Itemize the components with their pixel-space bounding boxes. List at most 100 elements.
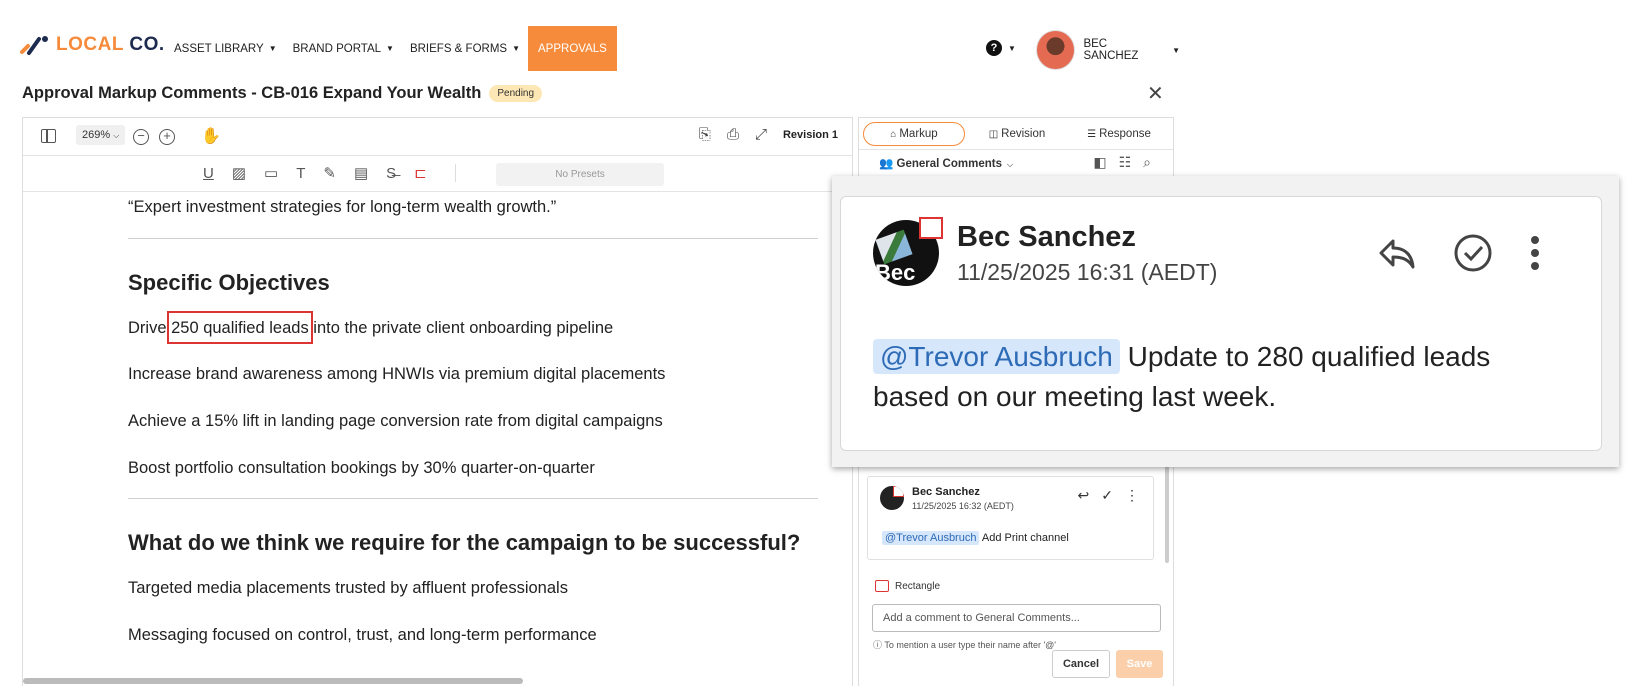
- main-nav: ASSET LIBRARY ▼ BRAND PORTAL ▼ BRIEFS & FO…: [166, 26, 617, 71]
- cancel-button[interactable]: Cancel: [1052, 650, 1110, 678]
- nav-brand-portal[interactable]: BRAND PORTAL ▼: [285, 26, 402, 71]
- nav-asset-library[interactable]: ASSET LIBRARY ▼: [166, 26, 285, 71]
- info-icon: ⓘ: [873, 640, 883, 650]
- comment-actions: ↩ ✓ ⋮: [1078, 487, 1139, 504]
- rectangle-icon: [875, 580, 889, 592]
- help-menu[interactable]: ? ▼: [986, 40, 1016, 56]
- viewer-toolbar: 269% ⌵ − + ✋ ⎘ ⎙ ⤢ Revision 1: [23, 118, 852, 156]
- resolve-check-icon[interactable]: ✓: [1101, 487, 1113, 504]
- freehand-icon[interactable]: ✎: [323, 164, 336, 182]
- sidebar-toggle-icon[interactable]: [41, 129, 56, 143]
- comment-author: Bec Sanchez: [912, 486, 980, 498]
- rectangle-markup-icon: [919, 217, 943, 239]
- logo-mark-icon: [20, 36, 48, 55]
- caret-down-icon: ▼: [1008, 43, 1016, 53]
- section-heading: What do we think we require for the camp…: [128, 530, 801, 555]
- caret-down-icon: ▼: [1172, 45, 1180, 55]
- user-mention[interactable]: @Trevor Ausbruch: [882, 531, 980, 545]
- comment-card[interactable]: Bec Sanchez 11/25/2025 16:32 (AEDT) ↩ ✓ …: [867, 476, 1154, 560]
- comment-card-zoomed[interactable]: Bec Bec Sanchez 11/25/2025 16:31 (AEDT) …: [840, 196, 1602, 451]
- panel-header-actions: ◧ ☷ ⌕: [1093, 154, 1151, 171]
- comment-body: @Trevor Ausbruch Update to 280 qualified…: [873, 339, 1491, 412]
- presets-select[interactable]: No Presets: [496, 163, 664, 186]
- comment-timestamp: 11/25/2025 16:32 (AEDT): [912, 501, 1014, 511]
- expand-icon[interactable]: ⤢: [755, 126, 767, 143]
- reply-icon[interactable]: ↩: [1078, 487, 1090, 504]
- viewer-actions: ⎘ ⎙ ⤢ Revision 1: [699, 126, 838, 143]
- more-vertical-icon[interactable]: [1529, 235, 1541, 271]
- comment-actions: [1377, 233, 1541, 273]
- user-avatar: [1036, 30, 1076, 70]
- underline-icon[interactable]: U: [203, 165, 214, 182]
- shape-tool-icon[interactable]: ⊏: [414, 164, 427, 182]
- page-title: Approval Markup Comments - CB-016 Expand…: [22, 84, 482, 102]
- close-icon[interactable]: ✕: [1147, 84, 1164, 104]
- toolbar-divider: [454, 164, 456, 182]
- rectangle-icon[interactable]: ▭: [264, 164, 278, 182]
- zoomed-comment-callout: Bec Bec Sanchez 11/25/2025 16:31 (AEDT) …: [832, 176, 1619, 467]
- help-icon: ?: [986, 40, 1002, 56]
- response-icon: ☰: [1087, 128, 1097, 140]
- divider: [128, 238, 818, 239]
- more-vertical-icon[interactable]: ⋮: [1125, 487, 1139, 504]
- panel-tabs: ⌂ Markup ◫ Revision ☰ Response: [859, 118, 1173, 150]
- caret-down-icon: ▼: [268, 44, 277, 53]
- chevron-down-icon: ⌵: [1006, 160, 1014, 169]
- search-icon[interactable]: ⌕: [1143, 154, 1151, 171]
- text-icon[interactable]: T: [296, 165, 305, 182]
- zoom-in-icon[interactable]: +: [159, 129, 175, 145]
- caret-down-icon: ▼: [386, 44, 394, 53]
- brand-logo[interactable]: LOCAL CO.: [20, 34, 165, 56]
- tab-response[interactable]: ☰ Response: [1069, 123, 1169, 145]
- horizontal-scrollbar[interactable]: [23, 678, 523, 684]
- user-name: BEC SANCHEZ: [1083, 38, 1139, 62]
- objective-item: Increase brand awareness among HNWIs via…: [128, 365, 666, 383]
- users-icon: 👥: [879, 158, 894, 170]
- nav-approvals[interactable]: APPROVALS: [528, 26, 617, 71]
- tab-revision[interactable]: ◫ Revision: [967, 123, 1067, 145]
- zoom-out-icon[interactable]: −: [133, 129, 149, 145]
- document-viewer: 269% ⌵ − + ✋ ⎘ ⎙ ⤢ Revision 1 U ▨ ▭ T ✎ …: [22, 117, 853, 686]
- tab-markup[interactable]: ⌂ Markup: [863, 121, 965, 146]
- requirement-item: Messaging focused on control, trust, and…: [128, 626, 597, 644]
- divider: [128, 498, 818, 499]
- reply-icon[interactable]: [1377, 235, 1417, 271]
- user-mention[interactable]: @Trevor Ausbruch: [873, 339, 1120, 374]
- pan-hand-icon[interactable]: ✋: [201, 126, 221, 146]
- export-icon[interactable]: ⎘: [699, 126, 711, 143]
- comment-input[interactable]: Add a comment to General Comments...: [872, 604, 1161, 632]
- revision-label[interactable]: Revision 1: [783, 129, 838, 141]
- strikethrough-icon[interactable]: S̶: [386, 165, 396, 182]
- markup-icon: ⌂: [890, 128, 897, 140]
- panel-scrollbar[interactable]: [1165, 463, 1169, 563]
- chevron-down-icon: ⌵: [113, 131, 120, 140]
- markup-tools: U ▨ ▭ T ✎ ▤ S̶ ⊏: [203, 164, 456, 182]
- mention-hint: ⓘ To mention a user type their name afte…: [873, 640, 1057, 650]
- comment-timestamp: 11/25/2025 16:31 (AEDT): [957, 259, 1218, 285]
- highlight-icon[interactable]: ▨: [232, 164, 246, 182]
- nav-briefs-forms[interactable]: BRIEFS & FORMS ▼: [402, 26, 528, 71]
- markup-type: Rectangle: [875, 580, 940, 592]
- comment-group-select[interactable]: 👥 General Comments ⌵: [879, 156, 1013, 170]
- print-icon[interactable]: ⎙: [727, 126, 739, 143]
- requirement-item: Targeted media placements trusted by aff…: [128, 579, 568, 597]
- save-button[interactable]: Save: [1116, 650, 1163, 678]
- user-menu[interactable]: BEC SANCHEZ ▼: [1036, 30, 1180, 70]
- comment-icon[interactable]: ▤: [354, 164, 368, 182]
- top-navigation: LOCAL CO. ASSET LIBRARY ▼ BRAND PORTAL ▼ B…: [0, 0, 1180, 88]
- logo-text: LOCAL CO.: [56, 34, 165, 55]
- caret-down-icon: ▼: [512, 44, 520, 53]
- resolve-check-icon[interactable]: [1453, 233, 1493, 273]
- status-badge: Pending: [489, 85, 543, 102]
- brief-quote: “Expert investment strategies for long-t…: [128, 198, 557, 216]
- book-icon[interactable]: ◧: [1093, 154, 1106, 171]
- avatar-label: Bec: [875, 260, 916, 285]
- objective-item: Boost portfolio consultation bookings by…: [128, 459, 595, 477]
- section-heading: Specific Objectives: [128, 270, 330, 295]
- comment-body: @Trevor Ausbruch Add Print channel: [882, 531, 1069, 545]
- filter-icon[interactable]: ☷: [1119, 154, 1132, 171]
- rectangle-markup[interactable]: [167, 311, 313, 344]
- title-row: Approval Markup Comments - CB-016 Expand…: [22, 84, 543, 103]
- revision-icon: ◫: [988, 128, 999, 140]
- zoom-select[interactable]: 269% ⌵: [76, 125, 126, 145]
